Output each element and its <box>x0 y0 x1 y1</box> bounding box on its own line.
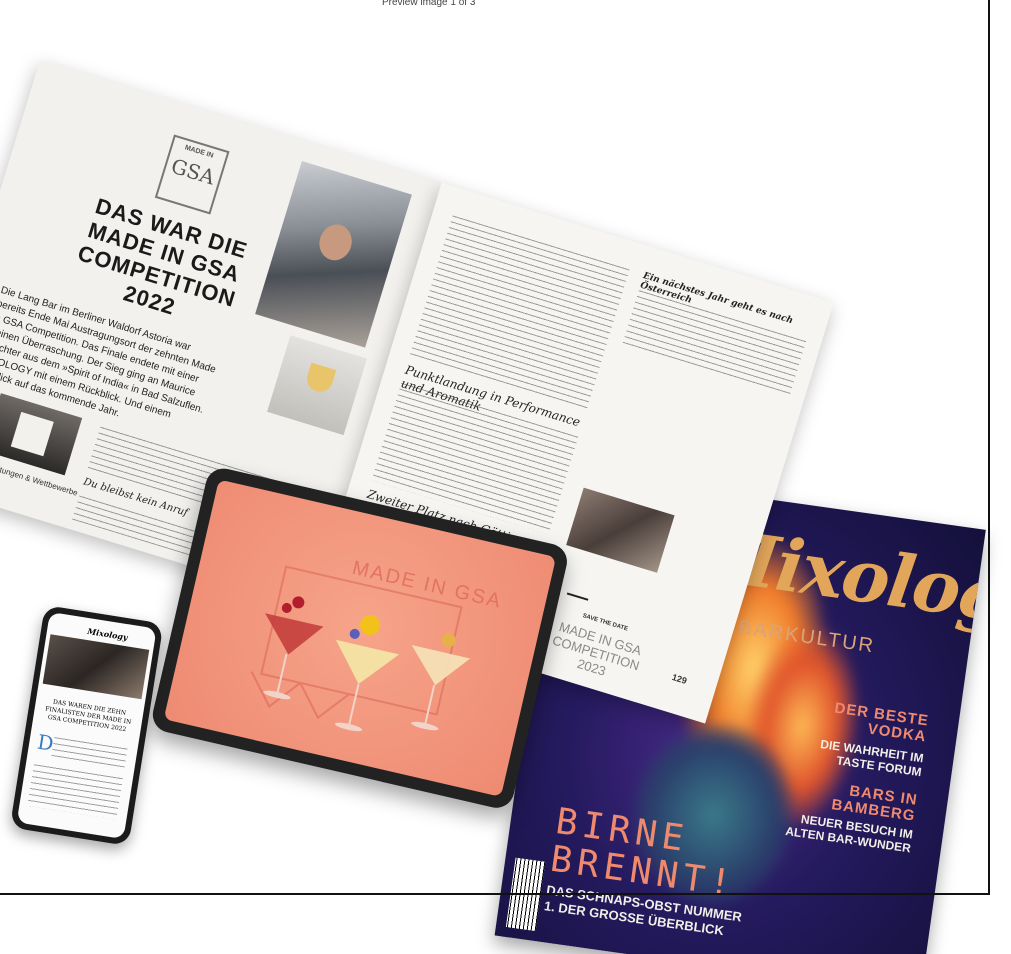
frame-line-bottom <box>0 893 990 895</box>
cocktail-photo <box>267 335 367 436</box>
phone-body-text <box>27 761 124 820</box>
phone-logo: Mixology <box>86 626 129 643</box>
image-caption: Preview image 1 of 3 <box>382 0 476 8</box>
phone-device: Mixology DAS WAREN DIE ZEHN FINALISTEN D… <box>9 605 164 847</box>
right-page-number: 129 <box>670 672 689 686</box>
divider <box>566 592 589 601</box>
phone-article-photo <box>42 634 150 700</box>
phone-article-title: DAS WAREN DIE ZEHN FINALISTEN DER MADE I… <box>44 698 132 734</box>
made-in-gsa-badge: MADE IN GSA <box>154 134 230 215</box>
phone-screen: Mixology DAS WAREN DIE ZEHN FINALISTEN D… <box>16 611 157 840</box>
bartender-photo <box>255 160 412 348</box>
winners-photo <box>566 487 675 573</box>
frame-line-right <box>988 0 990 895</box>
product-mockup-scene: Preview image 1 of 3 Mixology N FÜR BARK… <box>0 0 1011 954</box>
